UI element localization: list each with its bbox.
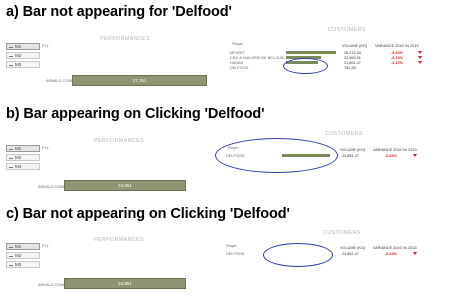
fyl-label-c: FYL	[42, 244, 49, 248]
customer-volume: 24,861,47	[342, 154, 359, 158]
chart-icon	[9, 45, 13, 48]
variance-col-c: VARIANCE 2016 Vs 2015	[373, 246, 417, 250]
slicer-item-m3[interactable]: M3	[6, 61, 40, 68]
chart-icon	[9, 245, 13, 248]
customers-label-a: CUSTOMERS	[328, 27, 366, 33]
chart-icon	[9, 54, 13, 57]
customer-volume: 781,28	[344, 66, 356, 70]
slicer-item-m3[interactable]: M3	[6, 163, 40, 170]
slicer-item-m1[interactable]: M1	[6, 145, 40, 152]
variance-col-a: VARIANCE 2016 Vs 2015	[375, 44, 419, 48]
customer-volume: 21,861,47	[344, 61, 361, 65]
volume-col-b: VOLUME (KG)	[340, 148, 366, 152]
highlight-ellipse-a	[283, 58, 328, 74]
performances-label-b: PERFORMANCES	[94, 138, 145, 144]
highlight-ellipse-c	[263, 243, 333, 267]
performance-bar-b[interactable]: 24,861	[64, 180, 186, 191]
down-arrow-icon	[413, 252, 417, 255]
customer-volume: 22,665,91	[344, 56, 361, 60]
slicer-c[interactable]: M1 M2 M3	[6, 243, 40, 270]
section-c-title: c) Bar not appearing on Clicking 'Delfoo…	[6, 206, 290, 222]
customers-label-b: CUSTOMERS	[325, 131, 363, 137]
slicer-item-m1[interactable]: M1	[6, 243, 40, 250]
section-a-title: a) Bar not appearing for 'Delfood'	[6, 4, 232, 20]
customer-name[interactable]: CRU & HUILERIE DE BELOUDI	[230, 56, 284, 60]
chart-icon	[9, 254, 13, 257]
customer-volume: 24,861,47	[342, 252, 359, 256]
player-label-c: Player	[226, 244, 237, 248]
customer-name[interactable]: HANAN	[230, 61, 243, 65]
volume-col-c: VOLUME (KG)	[340, 246, 366, 250]
section-b-title: b) Bar appearing on Clicking 'Delfood'	[6, 106, 265, 122]
slicer-a[interactable]: M1 M2 M3	[6, 43, 40, 70]
slicer-item-m2[interactable]: M2	[6, 154, 40, 161]
slicer-item-m2[interactable]: M2	[6, 52, 40, 59]
player-label-a: Player	[232, 42, 243, 46]
customer-variance: -3,10%	[391, 61, 404, 65]
slicer-item-m3[interactable]: M3	[6, 261, 40, 268]
customer-name-delfood[interactable]: DELFOOD	[230, 66, 248, 70]
chart-icon	[9, 165, 13, 168]
performances-label-c: PERFORMANCES	[94, 237, 145, 243]
chart-icon	[9, 63, 13, 66]
customers-label-c: CUSTOMERS	[323, 230, 361, 236]
variance-col-b: VARIANCE 2016 Vs 2015	[373, 148, 417, 152]
performance-bar-c[interactable]: 24,861	[64, 278, 186, 289]
customer-volume: 38,274,34	[344, 51, 361, 55]
down-arrow-icon	[413, 154, 417, 157]
customer-variance: -6,03%	[385, 154, 398, 158]
fyl-label-b: FYL	[42, 146, 49, 150]
customer-name-delfood[interactable]: DELFOOD	[226, 252, 244, 256]
fyl-label-a: FYL	[42, 44, 49, 48]
slicer-item-m1[interactable]: M1	[6, 43, 40, 50]
customer-variance: -9,10%	[391, 51, 404, 55]
slicer-item-m2[interactable]: M2	[6, 252, 40, 259]
customer-variance: -9,10%	[391, 56, 404, 60]
down-arrow-icon	[418, 56, 422, 59]
chart-icon	[9, 156, 13, 159]
highlight-ellipse-b	[215, 138, 338, 173]
slicer-b[interactable]: M1 M2 M3	[6, 145, 40, 172]
performances-label-a: PERFORMANCES	[100, 36, 151, 42]
customer-name[interactable]: MEHRIT	[230, 51, 245, 55]
down-arrow-icon	[418, 51, 422, 54]
down-arrow-icon	[418, 61, 422, 64]
volume-col-a: VOLUME (KG)	[342, 44, 368, 48]
chart-icon	[9, 147, 13, 150]
customer-variance: -6,03%	[385, 252, 398, 256]
performance-bar-a[interactable]: 37,761	[72, 75, 207, 86]
customer-bar[interactable]	[286, 51, 336, 54]
chart-icon	[9, 263, 13, 266]
